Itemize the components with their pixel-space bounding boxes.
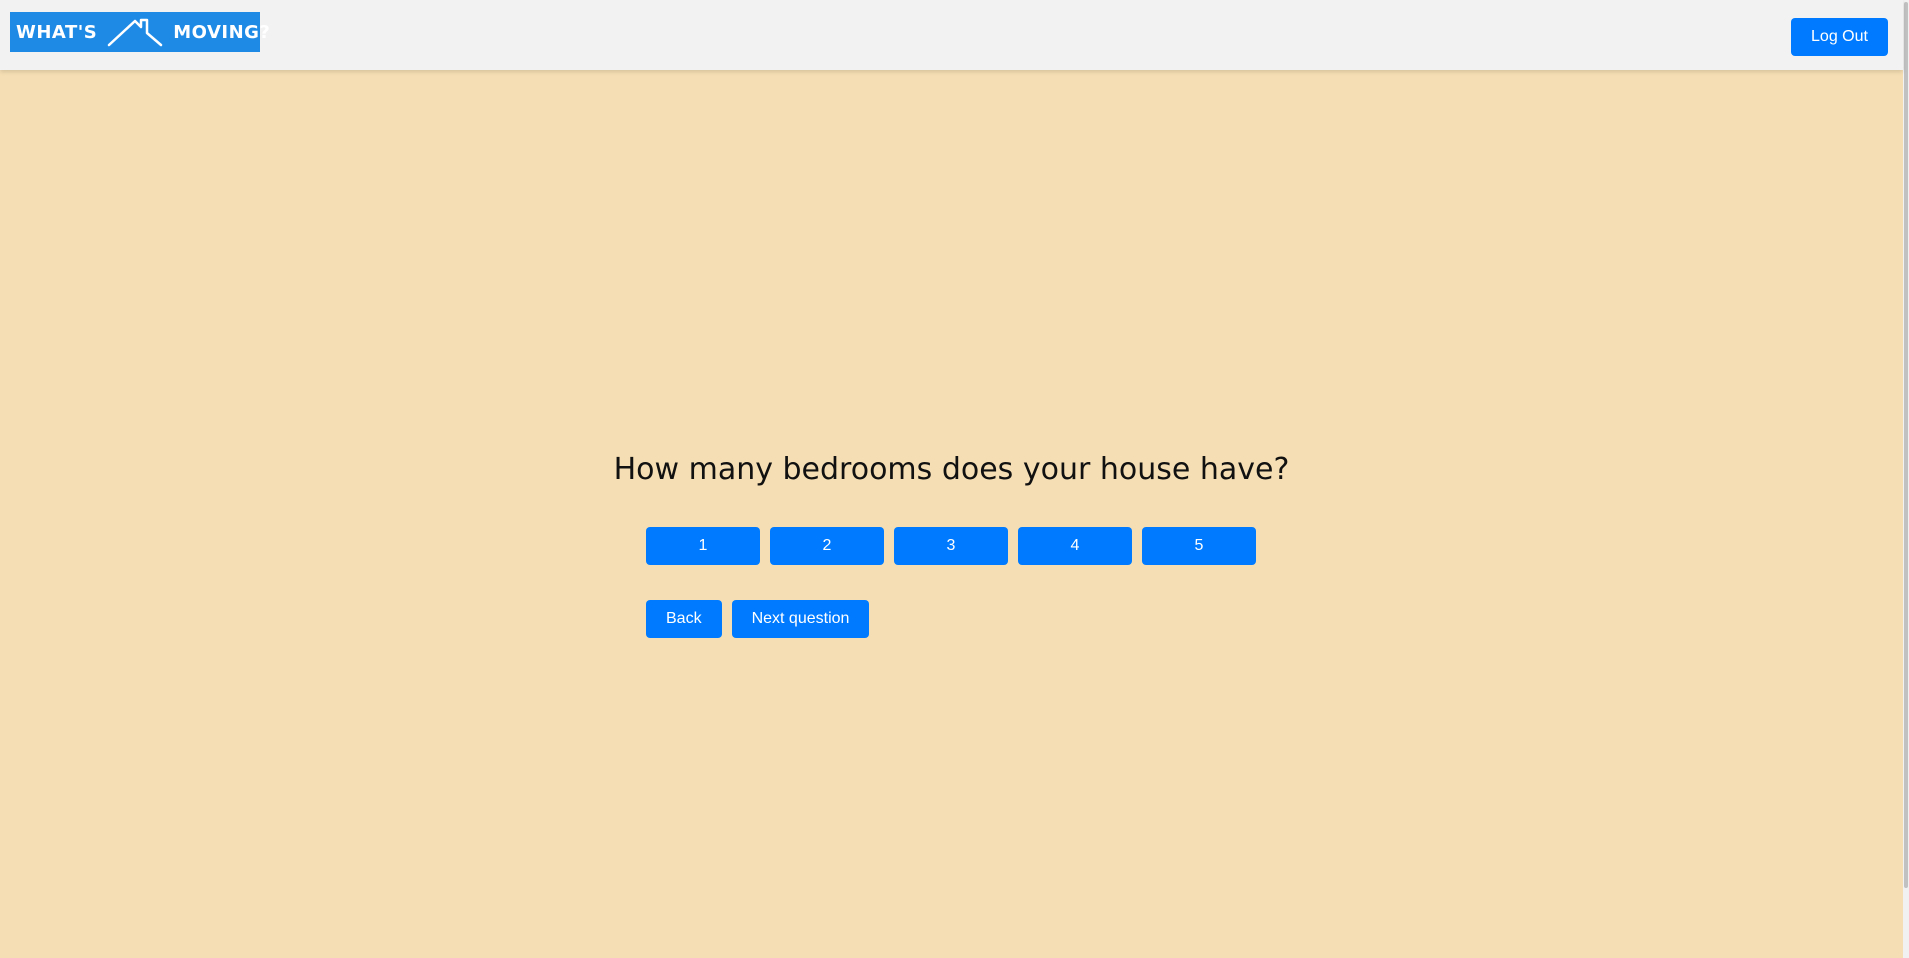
back-button[interactable]: Back [646,600,722,638]
logo-text-whats: WHAT'S [16,21,98,43]
answer-button-3[interactable]: 3 [894,527,1008,565]
answer-options: 1 2 3 4 5 [646,527,1256,565]
answer-button-2[interactable]: 2 [770,527,884,565]
scrollbar[interactable] [1903,0,1909,958]
logout-button[interactable]: Log Out [1791,18,1888,56]
page: WHAT'S MOVING? Log Out How many bedrooms… [0,0,1903,958]
scrollbar-thumb[interactable] [1904,2,1908,888]
question-navigation: Back Next question [646,600,870,638]
logo[interactable]: WHAT'S MOVING? [10,12,270,52]
question-text: How many bedrooms does your house have? [613,452,1290,487]
answer-button-4[interactable]: 4 [1018,527,1132,565]
answer-button-5[interactable]: 5 [1142,527,1256,565]
next-question-button[interactable]: Next question [731,600,870,638]
logo-text-moving: MOVING? [173,21,271,43]
navbar: WHAT'S MOVING? Log Out [0,0,1903,70]
house-roof-icon [107,15,165,49]
answer-button-1[interactable]: 1 [646,527,760,565]
